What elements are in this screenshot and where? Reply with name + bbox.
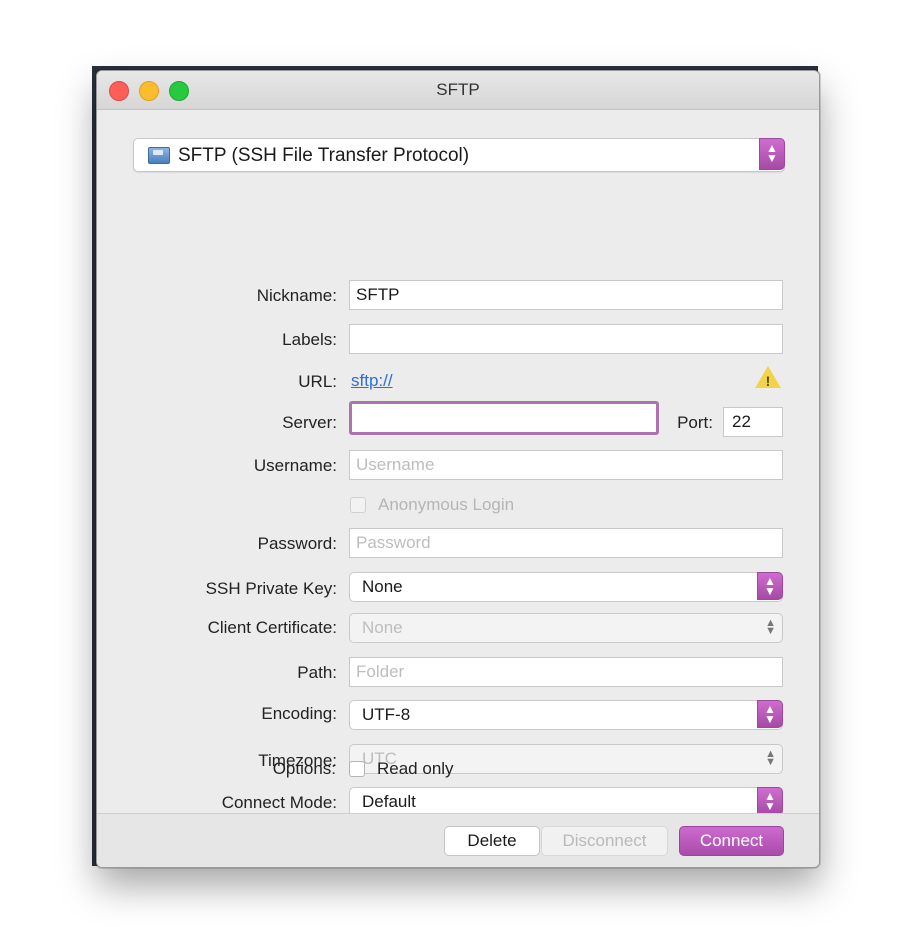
ssh-private-key-label: SSH Private Key: [205,579,337,598]
password-label: Password: [257,534,337,553]
connect-button[interactable]: Connect [679,826,784,856]
encoding-value: UTF-8 [362,705,411,724]
title-bar: SFTP [97,71,819,110]
client-certificate-label: Client Certificate: [207,618,337,637]
labels-input[interactable] [349,324,783,354]
password-input[interactable]: Password [349,528,783,558]
path-input[interactable]: Folder [349,657,783,687]
warning-mark-icon: ! [765,373,771,389]
port-label: Port: [677,413,713,432]
protocol-select-value: SFTP (SSH File Transfer Protocol) [178,145,470,166]
url-label: URL: [298,372,337,391]
anonymous-login-label: Anonymous Login [378,495,515,514]
connect-mode-stepper-icon: ▲ ▼ [757,787,783,815]
connect-mode-label: Connect Mode: [221,793,337,812]
nickname-label: Nickname: [256,286,337,305]
protocol-select[interactable]: SFTP (SSH File Transfer Protocol) ▲ ▼ [133,138,785,172]
encoding-label: Encoding: [261,704,337,723]
username-input[interactable]: Username [349,450,783,480]
encoding-select[interactable]: UTF-8 ▲ ▼ [349,700,783,730]
connect-mode-value: Default [362,792,416,811]
sftp-bookmark-window: SFTP SFTP (SSH File Transfer Protocol) ▲… [96,70,820,868]
ssh-private-key-value: None [362,577,403,596]
timezone-stepper-icon: ▲ ▼ [765,748,776,768]
disk-icon [148,147,170,164]
disconnect-button[interactable]: Disconnect [541,826,668,856]
client-certificate-select[interactable]: None ▲ ▼ [349,613,783,643]
anonymous-login-checkbox[interactable] [350,497,366,513]
encoding-stepper-icon: ▲ ▼ [757,700,783,728]
read-only-checkbox[interactable] [349,761,365,777]
ssh-private-key-select[interactable]: None ▲ ▼ [349,572,783,602]
server-label: Server: [282,413,337,432]
path-label: Path: [297,663,337,682]
labels-label: Labels: [282,330,337,349]
options-label: Options: [272,759,336,778]
port-input[interactable]: 22 [723,407,783,437]
nickname-input[interactable]: SFTP [349,280,783,310]
ssh-key-stepper-icon: ▲ ▼ [757,572,783,600]
window-title: SFTP [436,80,480,99]
url-link[interactable]: sftp:// [351,371,393,391]
client-certificate-stepper-icon: ▲ ▼ [765,617,776,637]
username-label: Username: [253,456,337,475]
protocol-select-stepper-icon: ▲ ▼ [759,138,785,170]
footer-bar: Delete Disconnect Connect [97,813,819,867]
read-only-label: Read only [377,759,454,778]
delete-button[interactable]: Delete [444,826,540,856]
client-certificate-value: None [362,618,403,637]
bookmark-form: SFTP (SSH File Transfer Protocol) ▲ ▼ Nic… [97,110,819,813]
